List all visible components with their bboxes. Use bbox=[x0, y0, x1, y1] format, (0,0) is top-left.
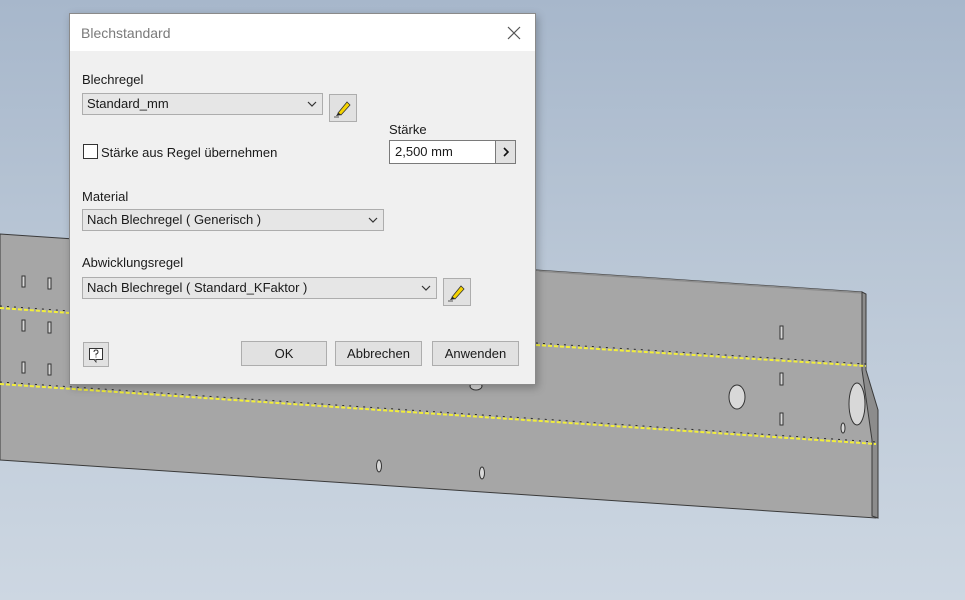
pencil-edit-icon bbox=[334, 101, 351, 118]
cancel-button[interactable]: Abbrechen bbox=[335, 341, 422, 366]
unfold-rule-value: Nach Blechregel ( Standard_KFaktor ) bbox=[87, 280, 308, 295]
close-icon bbox=[507, 26, 521, 40]
unfold-rule-label: Abwicklungsregel bbox=[82, 255, 184, 270]
chevron-down-icon bbox=[368, 217, 378, 223]
thickness-expand-button[interactable] bbox=[495, 140, 516, 164]
sheet-rule-value: Standard_mm bbox=[87, 96, 169, 111]
pencil-edit-icon bbox=[448, 285, 465, 302]
use-rule-thickness-label: Stärke aus Regel übernehmen bbox=[101, 145, 278, 160]
thickness-value: 2,500 mm bbox=[395, 144, 453, 159]
material-label: Material bbox=[82, 189, 129, 204]
help-icon bbox=[89, 347, 103, 363]
thickness-input[interactable]: 2,500 mm bbox=[389, 140, 496, 164]
dialog-title: Blechstandard bbox=[81, 25, 171, 41]
chevron-down-icon bbox=[421, 285, 431, 291]
sheet-rule-label: Blechregel bbox=[82, 72, 144, 87]
apply-button[interactable]: Anwenden bbox=[432, 341, 519, 366]
use-rule-thickness-checkbox[interactable] bbox=[83, 144, 98, 159]
help-button[interactable] bbox=[83, 342, 109, 367]
edit-sheet-rule-button[interactable] bbox=[329, 94, 357, 122]
material-value: Nach Blechregel ( Generisch ) bbox=[87, 212, 262, 227]
dialog-titlebar: Blechstandard bbox=[70, 14, 535, 51]
ok-button[interactable]: OK bbox=[241, 341, 327, 366]
thickness-label: Stärke bbox=[389, 122, 427, 137]
sheet-metal-defaults-dialog: Blechstandard Blechregel Standard_mm Stä… bbox=[69, 13, 536, 385]
sheet-rule-dropdown[interactable]: Standard_mm bbox=[82, 93, 323, 115]
chevron-down-icon bbox=[307, 101, 317, 107]
unfold-rule-dropdown[interactable]: Nach Blechregel ( Standard_KFaktor ) bbox=[82, 277, 437, 299]
close-button[interactable] bbox=[501, 20, 527, 46]
chevron-right-icon bbox=[502, 147, 509, 157]
material-dropdown[interactable]: Nach Blechregel ( Generisch ) bbox=[82, 209, 384, 231]
edit-unfold-rule-button[interactable] bbox=[443, 278, 471, 306]
